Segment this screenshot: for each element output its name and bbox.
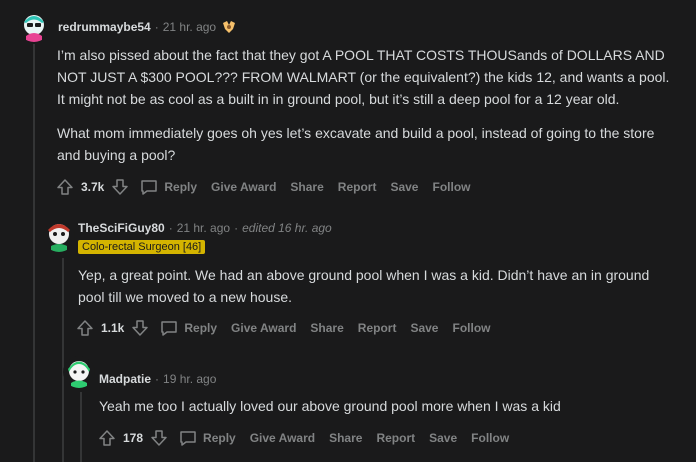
follow-button[interactable]: Follow <box>432 180 470 194</box>
upvote-icon <box>77 320 93 336</box>
action-bar: 1.1k Reply Give Award Share Report Save … <box>75 318 490 338</box>
avatar[interactable] <box>43 220 75 252</box>
separator-dot: · <box>168 221 173 235</box>
comment-meta: TheSciFiGuy80 · 21 hr. ago · edited 16 h… <box>78 221 332 235</box>
reply-button[interactable]: Reply <box>179 429 236 447</box>
upvote-icon <box>57 179 73 195</box>
downvote-icon <box>112 179 129 195</box>
share-button[interactable]: Share <box>310 321 343 335</box>
edited-label: edited 16 hr. ago <box>242 221 332 235</box>
upvote-button[interactable] <box>55 177 75 197</box>
save-button[interactable]: Save <box>410 321 438 335</box>
author-name[interactable]: TheSciFiGuy80 <box>78 221 165 235</box>
reply-icon <box>161 321 178 336</box>
downvote-icon <box>151 430 167 446</box>
separator-dot: · <box>154 20 159 34</box>
thread-line-2[interactable] <box>62 258 64 462</box>
upvote-button[interactable] <box>75 318 95 338</box>
timestamp[interactable]: 19 hr. ago <box>163 372 216 386</box>
follow-button[interactable]: Follow <box>471 431 509 445</box>
report-button[interactable]: Report <box>338 180 377 194</box>
share-button[interactable]: Share <box>290 180 323 194</box>
downvote-button[interactable] <box>110 177 130 197</box>
comment-paragraph: Yep, a great point. We had an above grou… <box>78 267 650 305</box>
reply-label: Reply <box>164 180 198 194</box>
vote-score: 178 <box>123 431 144 445</box>
reply-button[interactable]: Reply <box>160 319 217 337</box>
upvote-button[interactable] <box>97 428 117 448</box>
separator-dot: · <box>234 221 239 235</box>
comment-paragraph: What mom immediately goes oh yes let’s e… <box>57 125 655 163</box>
comment-meta: Madpatie · 19 hr. ago <box>99 372 216 386</box>
comment-body: Yeah me too I actually loved our above g… <box>99 395 679 417</box>
report-button[interactable]: Report <box>358 321 397 335</box>
downvote-button[interactable] <box>130 318 150 338</box>
save-button[interactable]: Save <box>390 180 418 194</box>
timestamp[interactable]: 21 hr. ago <box>177 221 230 235</box>
author-name[interactable]: Madpatie <box>99 372 151 386</box>
comment-body: Yep, a great point. We had an above grou… <box>78 264 668 308</box>
separator-dot: · <box>155 372 160 386</box>
downvote-icon <box>132 320 149 336</box>
comment-paragraph: Yeah me too I actually loved our above g… <box>99 398 561 414</box>
timestamp[interactable]: 21 hr. ago <box>163 20 216 34</box>
save-button[interactable]: Save <box>429 431 457 445</box>
comment-body: I’m also pissed about the fact that they… <box>57 44 681 166</box>
award-icon <box>221 20 237 34</box>
report-button[interactable]: Report <box>376 431 415 445</box>
share-button[interactable]: Share <box>329 431 362 445</box>
follow-button[interactable]: Follow <box>452 321 490 335</box>
thread-line-3[interactable] <box>80 392 82 462</box>
author-name[interactable]: redrummaybe54 <box>58 20 151 34</box>
vote-score: 1.1k <box>101 321 125 335</box>
comment-paragraph: I’m also pissed about the fact that they… <box>57 47 670 107</box>
vote-score: 3.7k <box>81 180 105 194</box>
thread-line-1[interactable] <box>33 44 35 462</box>
avatar[interactable] <box>18 10 50 42</box>
comment-meta: redrummaybe54 · 21 hr. ago <box>58 20 237 34</box>
reply-icon <box>141 180 158 195</box>
user-flair: Colo-rectal Surgeon [46] <box>78 240 206 254</box>
reply-label: Reply <box>203 431 236 445</box>
reply-label: Reply <box>184 321 218 335</box>
action-bar: 178 Reply Give Award Share Report Save F… <box>97 428 509 448</box>
reply-button[interactable]: Reply <box>140 178 197 196</box>
avatar[interactable] <box>63 356 95 388</box>
reply-icon <box>180 431 196 446</box>
give-award-button[interactable]: Give Award <box>250 431 315 445</box>
downvote-button[interactable] <box>149 428 169 448</box>
action-bar: 3.7k Reply Give Award Share Report Save … <box>55 177 470 197</box>
give-award-button[interactable]: Give Award <box>231 321 296 335</box>
upvote-icon <box>99 430 115 446</box>
give-award-button[interactable]: Give Award <box>211 180 276 194</box>
